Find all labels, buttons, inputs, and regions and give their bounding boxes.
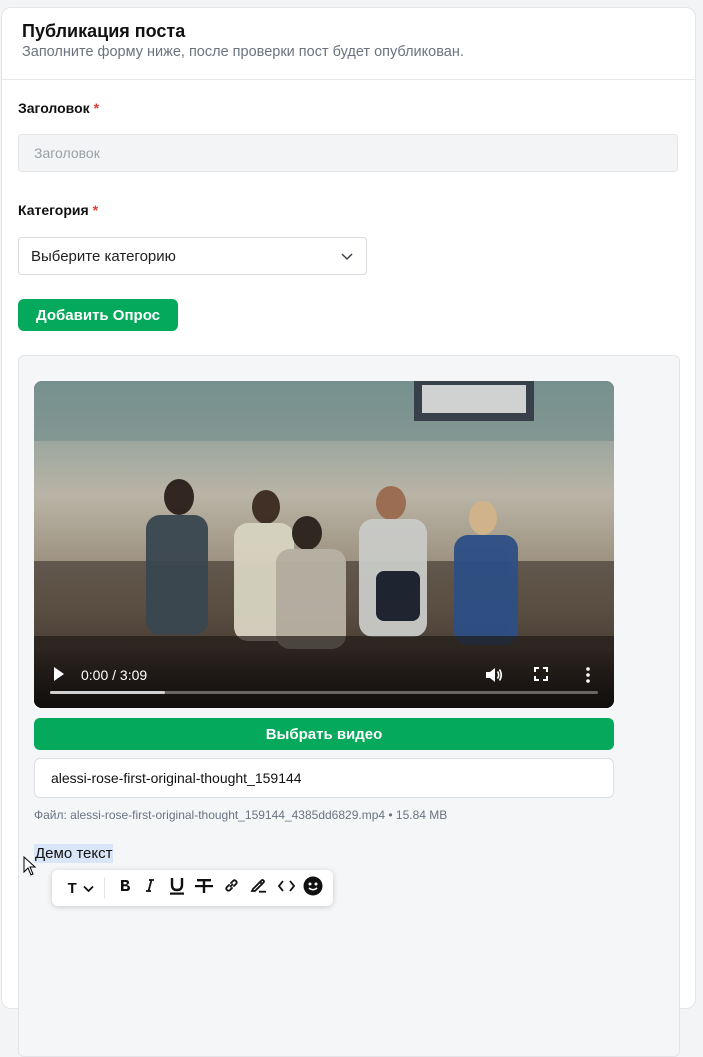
video-progress-bar[interactable] [50, 691, 598, 694]
publish-post-card: Публикация поста Заполните форму ниже, п… [1, 7, 696, 1057]
title-label: Заголовок * [18, 100, 99, 116]
video-filename-input[interactable] [34, 758, 614, 798]
category-label: Категория * [18, 202, 98, 218]
link-icon [224, 878, 239, 898]
category-select[interactable]: Выберите категорию [18, 237, 367, 275]
card-header: Публикация поста Заполните форму ниже, п… [2, 8, 695, 80]
file-info: Файл: alessi-rose-first-original-thought… [34, 808, 448, 822]
volume-icon[interactable] [485, 667, 503, 688]
toolbar-divider [104, 877, 106, 899]
page-title: Публикация поста [22, 21, 186, 41]
bold-button[interactable] [113, 874, 136, 902]
required-mark: * [93, 100, 100, 116]
editor-content[interactable]: Демо текст [34, 844, 114, 863]
choose-video-button[interactable]: Выбрать видео [34, 718, 614, 750]
required-mark: * [92, 202, 99, 218]
page-subtitle: Заполните форму ниже, после проверки пос… [22, 44, 464, 60]
underline-icon [169, 877, 185, 900]
fullscreen-icon[interactable] [534, 667, 548, 686]
link-button[interactable] [219, 874, 243, 902]
code-icon [277, 879, 295, 897]
emoji-button[interactable] [301, 874, 324, 902]
video-time: 0:00 / 3:09 [81, 667, 148, 683]
video-controls: 0:00 / 3:09 [34, 648, 614, 708]
video-buffer-fill [50, 691, 166, 694]
chevron-down-icon [340, 249, 354, 263]
video-player[interactable]: 0:00 / 3:09 [34, 381, 614, 708]
text-format-toolbar: T [52, 870, 333, 906]
bold-icon [119, 879, 131, 897]
text-type-label: T [67, 879, 77, 897]
strikethrough-icon [195, 878, 214, 899]
italic-icon [145, 879, 155, 897]
more-options-icon[interactable] [585, 667, 591, 688]
underline-button[interactable] [164, 874, 188, 902]
play-icon[interactable] [53, 667, 65, 686]
text-type-dropdown[interactable]: T [58, 874, 97, 902]
code-button[interactable] [274, 874, 298, 902]
emoji-icon [303, 876, 323, 901]
mouse-cursor-icon [23, 855, 37, 881]
category-label-text: Категория [18, 202, 89, 218]
category-select-value: Выберите категорию [31, 247, 176, 265]
add-poll-button[interactable]: Добавить Опрос [18, 299, 178, 331]
italic-button[interactable] [139, 874, 162, 902]
strikethrough-button[interactable] [192, 874, 216, 902]
title-input[interactable] [18, 134, 678, 172]
title-label-text: Заголовок [18, 100, 90, 116]
media-editor-panel: 0:00 / 3:09 Выбрать видео Файл: alessi-r… [18, 355, 680, 1057]
chevron-down-icon [83, 880, 94, 897]
highlight-icon [250, 878, 267, 898]
highlight-button[interactable] [247, 874, 271, 902]
